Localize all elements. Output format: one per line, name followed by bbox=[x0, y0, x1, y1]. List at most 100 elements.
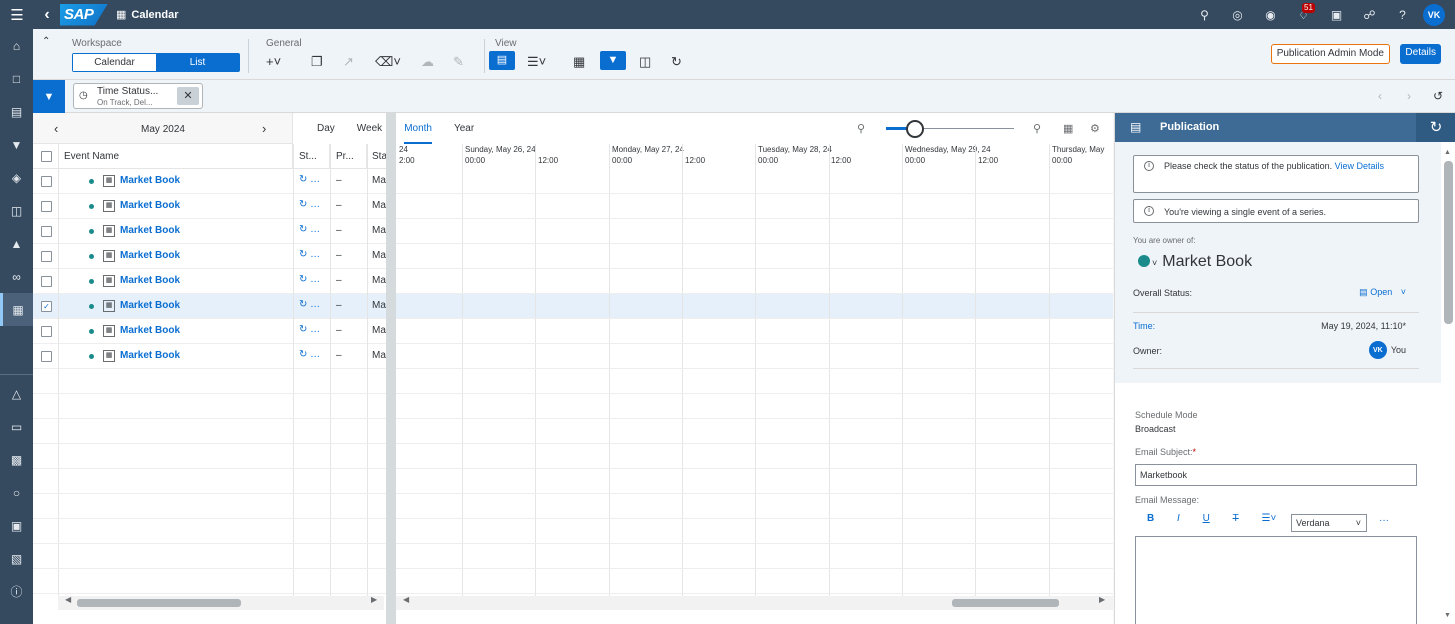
pane-splitter[interactable] bbox=[386, 113, 396, 624]
event-name-link[interactable]: Market Book bbox=[120, 325, 180, 336]
cube-icon[interactable]: ▲ bbox=[0, 227, 33, 260]
hamburger-icon[interactable]: ☰ bbox=[0, 0, 34, 29]
sap-logo[interactable]: SAP bbox=[60, 3, 108, 26]
row-checkbox[interactable] bbox=[41, 251, 52, 262]
time-status-filter-chip[interactable]: ◷ Time Status... On Track, Del... ✕ bbox=[73, 83, 203, 109]
panel-scroll-thumb[interactable] bbox=[1444, 161, 1453, 324]
board-icon[interactable]: ▧ bbox=[0, 542, 33, 575]
delete-icon[interactable]: ⌫˅ bbox=[375, 54, 401, 70]
event-name-link[interactable]: Market Book bbox=[120, 250, 180, 261]
list-view-button[interactable]: List bbox=[156, 54, 239, 71]
megaphone-icon[interactable]: ▼ bbox=[0, 128, 33, 161]
more-options-icon[interactable]: ··· bbox=[1379, 515, 1389, 526]
row-checkbox[interactable] bbox=[41, 276, 52, 287]
chat-icon[interactable]: ▣ bbox=[1320, 8, 1353, 22]
event-name-link[interactable]: Market Book bbox=[120, 275, 180, 286]
table-row[interactable]: ▦ Market Book ↻ … – Ma bbox=[33, 194, 386, 219]
scroll-right-icon[interactable]: ▶ bbox=[371, 595, 377, 604]
history-icon[interactable]: ↺ bbox=[1433, 89, 1443, 103]
table-row[interactable]: ▦ Market Book ↻ … – Ma bbox=[33, 244, 386, 269]
help-icon[interactable]: ? bbox=[1386, 8, 1419, 22]
scroll-down-icon[interactable]: ▼ bbox=[1444, 612, 1451, 619]
lock-icon[interactable]: ○ bbox=[0, 476, 33, 509]
catalog-icon[interactable]: ▩ bbox=[0, 443, 33, 476]
folder-icon[interactable]: □ bbox=[0, 62, 33, 95]
details-button[interactable]: Details bbox=[1400, 44, 1441, 64]
row-checkbox[interactable] bbox=[41, 176, 52, 187]
lightbulb-outline-icon[interactable]: ◎ bbox=[1221, 8, 1254, 22]
zoom-slider-handle[interactable] bbox=[906, 120, 924, 138]
column-settings-icon[interactable]: ▦ bbox=[1063, 122, 1073, 135]
select-all-checkbox[interactable] bbox=[41, 151, 52, 162]
scroll-left-icon[interactable]: ◀ bbox=[403, 595, 409, 604]
share-icon[interactable]: ☍ bbox=[1353, 8, 1386, 22]
columns-icon[interactable]: ☰˅ bbox=[527, 54, 546, 70]
overall-status-select[interactable]: ▤ Open ˅ bbox=[1359, 287, 1406, 298]
filter-toggle-icon[interactable]: ▼ bbox=[33, 80, 65, 113]
connections-icon[interactable]: △ bbox=[0, 377, 33, 410]
event-name-link[interactable]: Market Book bbox=[120, 225, 180, 236]
info-icon[interactable]: ⓘ bbox=[0, 575, 33, 608]
package-icon[interactable]: ▣ bbox=[0, 509, 33, 542]
monitor-icon[interactable]: ▭ bbox=[0, 410, 33, 443]
back-icon[interactable]: ‹ bbox=[34, 6, 60, 24]
add-icon[interactable]: +˅ bbox=[266, 54, 281, 69]
table-row[interactable]: ▦ Market Book ↻ … – Ma bbox=[33, 319, 386, 344]
table-row[interactable]: ✓ ▦ Market Book ↻ … – Ma bbox=[33, 294, 386, 319]
collapse-chevron-icon[interactable]: ⌃ bbox=[42, 36, 50, 47]
cloud-icon[interactable]: ☁ bbox=[421, 54, 434, 70]
view-details-link[interactable]: View Details bbox=[1335, 161, 1384, 171]
tab-year[interactable]: Year bbox=[454, 113, 474, 144]
font-family-select[interactable]: Verdana ˅ bbox=[1291, 514, 1367, 532]
table-row[interactable]: ▦ Market Book ↻ … – Ma bbox=[33, 344, 386, 369]
list-layout-icon[interactable]: ▤ bbox=[489, 51, 515, 70]
calendar-view-button[interactable]: Calendar bbox=[73, 54, 156, 71]
close-icon[interactable]: ✕ bbox=[177, 87, 199, 105]
table-row[interactable]: ▦ Market Book ↻ … – Ma bbox=[33, 169, 386, 194]
tab-week[interactable]: Week bbox=[357, 113, 382, 144]
edit-icon[interactable]: ✎ bbox=[453, 54, 464, 70]
notification-bell-icon[interactable]: ♢ 51 bbox=[1287, 2, 1320, 22]
underline-button[interactable]: U bbox=[1203, 513, 1210, 524]
export-icon[interactable]: ↗ bbox=[343, 54, 354, 70]
event-name-link[interactable]: Market Book bbox=[120, 175, 180, 186]
scroll-up-icon[interactable]: ▲ bbox=[1444, 149, 1451, 156]
event-name-header[interactable]: Event Name bbox=[33, 144, 293, 169]
publication-admin-mode-button[interactable]: Publication Admin Mode bbox=[1270, 44, 1390, 64]
avatar[interactable]: VK bbox=[1423, 3, 1445, 26]
zoom-out-icon[interactable]: ⚲ bbox=[857, 122, 865, 135]
row-checkbox[interactable]: ✓ bbox=[41, 301, 52, 312]
timeline-scroll-thumb[interactable] bbox=[952, 599, 1059, 607]
zoom-in-icon[interactable]: ⚲ bbox=[1033, 122, 1041, 135]
italic-button[interactable]: I bbox=[1177, 513, 1180, 524]
previous-icon[interactable]: ‹ bbox=[1378, 89, 1382, 103]
event-name-link[interactable]: Market Book bbox=[120, 300, 180, 311]
email-message-editor[interactable] bbox=[1135, 536, 1417, 624]
globe-icon[interactable]: ◈ bbox=[0, 161, 33, 194]
filter-icon[interactable]: ▼ bbox=[600, 51, 626, 70]
strikethrough-button[interactable]: T bbox=[1233, 513, 1239, 524]
binoculars-icon[interactable]: ∞ bbox=[0, 260, 33, 293]
panel-scrollbar[interactable]: ▲ ▼ bbox=[1441, 149, 1455, 624]
scroll-left-icon[interactable]: ◀ bbox=[65, 595, 71, 604]
bold-button[interactable]: B bbox=[1147, 513, 1154, 524]
align-icon[interactable]: ☰˅ bbox=[1261, 513, 1276, 524]
presentation-icon[interactable]: ▤ bbox=[0, 95, 33, 128]
refresh-icon[interactable]: ↻ bbox=[671, 54, 682, 70]
refresh-icon[interactable]: ↻ bbox=[1416, 113, 1455, 142]
start-header[interactable]: Sta bbox=[367, 144, 387, 169]
lightbulb-icon[interactable]: ◉ bbox=[1254, 8, 1287, 22]
calendar-toggle-icon[interactable]: ▦ bbox=[573, 54, 585, 70]
gear-icon[interactable]: ⚙ bbox=[1090, 122, 1100, 135]
chevron-down-icon[interactable]: ˅ bbox=[1152, 258, 1157, 268]
priority-header[interactable]: Pr... bbox=[330, 144, 367, 169]
table-row[interactable]: ▦ Market Book ↻ … – Ma bbox=[33, 269, 386, 294]
row-checkbox[interactable] bbox=[41, 326, 52, 337]
list-scroll-thumb[interactable] bbox=[77, 599, 241, 607]
email-subject-input[interactable]: Marketbook bbox=[1135, 464, 1417, 486]
event-name-link[interactable]: Market Book bbox=[120, 200, 180, 211]
split-view-icon[interactable]: ◫ bbox=[639, 54, 651, 70]
status-header[interactable]: St... bbox=[293, 144, 330, 169]
copy-icon[interactable]: ❐ bbox=[311, 54, 323, 70]
table-row[interactable]: ▦ Market Book ↻ … – Ma bbox=[33, 219, 386, 244]
